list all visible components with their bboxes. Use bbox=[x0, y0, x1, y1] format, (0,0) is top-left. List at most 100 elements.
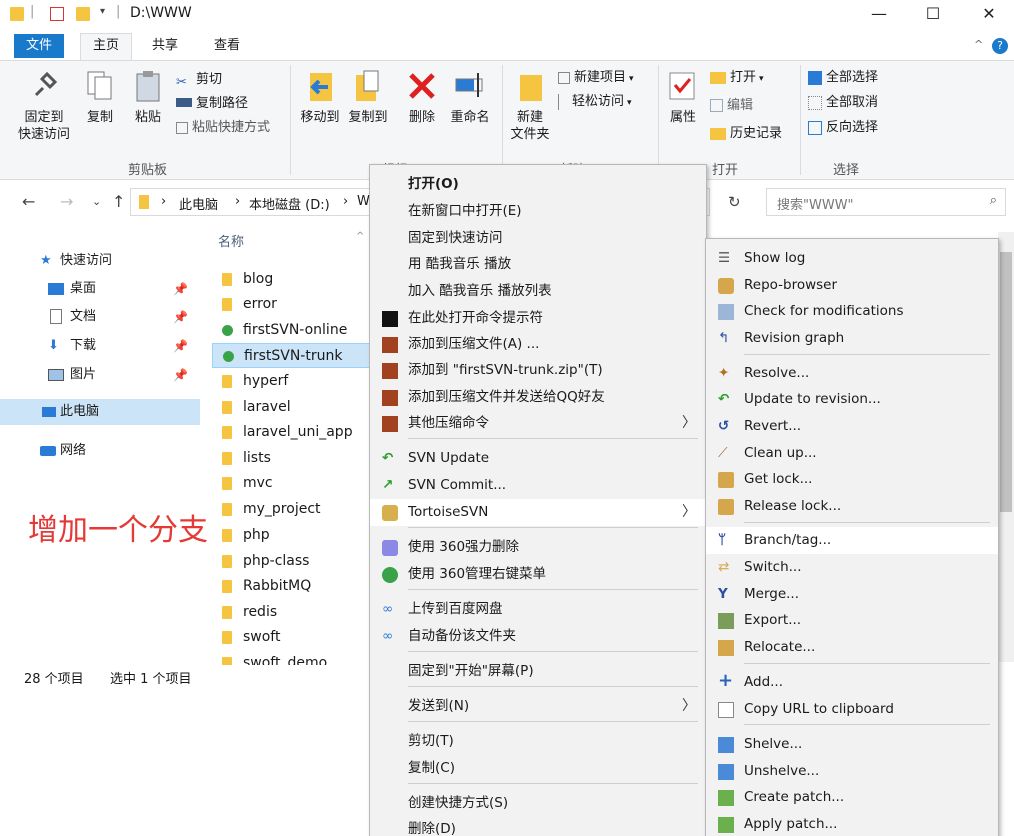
file-row[interactable]: php bbox=[212, 523, 372, 548]
menu-item-add-zip[interactable]: 添加到 "firstSVN-trunk.zip"(T) bbox=[370, 357, 706, 384]
menu-item-pin-start[interactable]: 固定到"开始"屏幕(P) bbox=[370, 658, 706, 685]
menu-item-other-compress[interactable]: 其他压缩命令〉 bbox=[370, 410, 706, 437]
file-row[interactable]: swoft_demo bbox=[212, 651, 372, 665]
menu-item-branch-tag[interactable]: ᛘ Branch/tag... bbox=[706, 527, 998, 554]
menu-item-add-archive-qq[interactable]: 添加到压缩文件并发送给QQ好友 bbox=[370, 384, 706, 411]
menu-item-show-log[interactable]: ☰ Show log bbox=[706, 245, 998, 272]
file-row[interactable]: error bbox=[212, 292, 372, 317]
breadcrumb-this-pc[interactable]: 此电脑 bbox=[179, 194, 218, 213]
help-icon[interactable]: ? bbox=[992, 38, 1008, 54]
customize-dropdown-icon[interactable]: ▾ bbox=[100, 6, 105, 17]
menu-item-create-shortcut[interactable]: 创建快捷方式(S) bbox=[370, 790, 706, 817]
edit-button[interactable]: 编辑 bbox=[710, 95, 753, 117]
chevron-up-icon[interactable]: ^ bbox=[974, 38, 983, 51]
menu-item-clean-up[interactable]: ⟋ Clean up... bbox=[706, 440, 998, 467]
rename-button[interactable]: 重命名 bbox=[446, 69, 494, 126]
recent-chevron-icon[interactable]: ⌄ bbox=[92, 195, 101, 208]
properties-button[interactable]: 属性 bbox=[664, 69, 702, 126]
menu-item-update-revision[interactable]: ↶ Update to revision... bbox=[706, 386, 998, 413]
menu-item-unshelve[interactable]: Unshelve... bbox=[706, 758, 998, 785]
menu-item-open-new-window[interactable]: 在新窗口中打开(E) bbox=[370, 198, 706, 225]
copy-button[interactable]: 复制 bbox=[80, 69, 120, 126]
nav-item-this-pc[interactable]: 此电脑 bbox=[0, 399, 200, 425]
pin-icon[interactable]: 📌 bbox=[173, 304, 188, 330]
select-all-button[interactable]: 全部选择 bbox=[808, 67, 878, 89]
menu-item-merge[interactable]: Y Merge... bbox=[706, 581, 998, 608]
menu-item-relocate[interactable]: Relocate... bbox=[706, 634, 998, 661]
menu-item-export[interactable]: Export... bbox=[706, 607, 998, 634]
menu-item-shelve[interactable]: Shelve... bbox=[706, 731, 998, 758]
menu-item-repo-browser[interactable]: Repo-browser bbox=[706, 272, 998, 299]
properties-quick-icon[interactable] bbox=[50, 7, 64, 21]
up-arrow-icon[interactable]: ↑ bbox=[112, 192, 125, 211]
file-row[interactable]: hyperf bbox=[212, 369, 372, 394]
new-folder-quick-icon[interactable] bbox=[76, 7, 90, 21]
paste-button[interactable]: 粘贴 bbox=[128, 69, 168, 126]
menu-item-add[interactable]: + Add... bbox=[706, 669, 998, 696]
menu-item-send-to[interactable]: 发送到(N) 〉 bbox=[370, 693, 706, 720]
cut-button[interactable]: ✂ 剪切 bbox=[176, 69, 222, 91]
menu-item-open-cmd[interactable]: 在此处打开命令提示符 bbox=[370, 305, 706, 332]
menu-item-cut[interactable]: 剪切(T) bbox=[370, 728, 706, 755]
menu-item-open[interactable]: 打开(O) bbox=[370, 171, 706, 198]
scrollbar[interactable] bbox=[998, 232, 1014, 662]
back-arrow-icon[interactable]: ← bbox=[22, 192, 35, 211]
pin-quick-access-button[interactable]: 固定到 快速访问 bbox=[12, 69, 76, 143]
menu-item-kuwo-playlist[interactable]: 加入 酷我音乐 播放列表 bbox=[370, 278, 706, 305]
menu-item-resolve[interactable]: ✦ Resolve... bbox=[706, 360, 998, 387]
close-button[interactable]: ✕ bbox=[966, 0, 1012, 28]
search-input[interactable]: 搜索"WWW" ⌕ bbox=[766, 188, 1006, 216]
file-row[interactable]: php-class bbox=[212, 549, 372, 574]
menu-item-auto-backup[interactable]: ∞ 自动备份该文件夹 bbox=[370, 623, 706, 650]
scrollbar-thumb[interactable] bbox=[1000, 252, 1012, 512]
open-button[interactable]: 打开 ▾ bbox=[710, 67, 764, 89]
refresh-icon[interactable]: ↻ bbox=[728, 193, 741, 211]
menu-item-switch[interactable]: ⇄ Switch... bbox=[706, 554, 998, 581]
tab-share[interactable]: 共享 bbox=[140, 34, 190, 58]
menu-item-delete[interactable]: 删除(D) bbox=[370, 816, 706, 836]
menu-item-tortoisesvn[interactable]: TortoiseSVN 〉 bbox=[370, 499, 706, 526]
menu-item-apply-patch[interactable]: Apply patch... bbox=[706, 811, 998, 836]
pin-icon[interactable]: 📌 bbox=[173, 333, 188, 359]
tab-view[interactable]: 查看 bbox=[202, 34, 252, 58]
menu-item-360-menu[interactable]: 使用 360管理右键菜单 bbox=[370, 561, 706, 588]
nav-item-quick-access[interactable]: ★ 快速访问 bbox=[0, 248, 200, 274]
copy-path-button[interactable]: 复制路径 bbox=[176, 93, 248, 115]
menu-item-svn-commit[interactable]: ↗ SVN Commit... bbox=[370, 472, 706, 499]
menu-item-revert[interactable]: ↺ Revert... bbox=[706, 413, 998, 440]
minimize-button[interactable]: — bbox=[856, 0, 902, 28]
invert-selection-button[interactable]: 反向选择 bbox=[808, 117, 878, 139]
breadcrumb-www[interactable]: W bbox=[357, 194, 370, 209]
menu-item-svn-update[interactable]: ↶ SVN Update bbox=[370, 445, 706, 472]
move-to-button[interactable]: 移动到 bbox=[298, 69, 342, 126]
menu-item-check-modifications[interactable]: Check for modifications bbox=[706, 298, 998, 325]
tab-file[interactable]: 文件 bbox=[14, 34, 65, 58]
menu-item-360-delete[interactable]: 使用 360强力删除 bbox=[370, 534, 706, 561]
menu-item-copy[interactable]: 复制(C) bbox=[370, 755, 706, 782]
column-header-name[interactable]: 名称 ^ bbox=[212, 230, 372, 255]
menu-item-release-lock[interactable]: Release lock... bbox=[706, 493, 998, 520]
new-folder-button[interactable]: 新建 文件夹 bbox=[506, 69, 554, 143]
menu-item-revision-graph[interactable]: ↰ Revision graph bbox=[706, 325, 998, 352]
nav-item-pictures[interactable]: 图片 📌 bbox=[0, 362, 200, 388]
file-row[interactable]: laravel bbox=[212, 395, 372, 420]
file-row[interactable]: firstSVN-online bbox=[212, 318, 372, 343]
forward-arrow-icon[interactable]: → bbox=[60, 192, 73, 211]
menu-item-pin-quick-access[interactable]: 固定到快速访问 bbox=[370, 225, 706, 252]
nav-item-desktop[interactable]: 桌面 📌 bbox=[0, 276, 200, 302]
menu-item-create-patch[interactable]: Create patch... bbox=[706, 784, 998, 811]
file-row[interactable]: lists bbox=[212, 446, 372, 471]
file-row[interactable]: blog bbox=[212, 267, 372, 292]
nav-item-documents[interactable]: 文档 📌 bbox=[0, 304, 200, 330]
breadcrumb-drive-d[interactable]: 本地磁盘 (D:) bbox=[249, 194, 330, 213]
copy-to-button[interactable]: 复制到 bbox=[344, 69, 392, 126]
menu-item-get-lock[interactable]: Get lock... bbox=[706, 466, 998, 493]
maximize-button[interactable]: ☐ bbox=[910, 0, 956, 28]
paste-shortcut-button[interactable]: 粘贴快捷方式 bbox=[176, 117, 270, 139]
easy-access-button[interactable]: 轻松访问 ▾ bbox=[558, 91, 632, 113]
file-row[interactable]: redis bbox=[212, 600, 372, 625]
file-row[interactable]: swoft bbox=[212, 625, 372, 650]
file-row[interactable]: my_project bbox=[212, 497, 372, 522]
menu-item-copy-url[interactable]: Copy URL to clipboard bbox=[706, 696, 998, 723]
file-row-selected[interactable]: firstSVN-trunk bbox=[212, 343, 372, 368]
